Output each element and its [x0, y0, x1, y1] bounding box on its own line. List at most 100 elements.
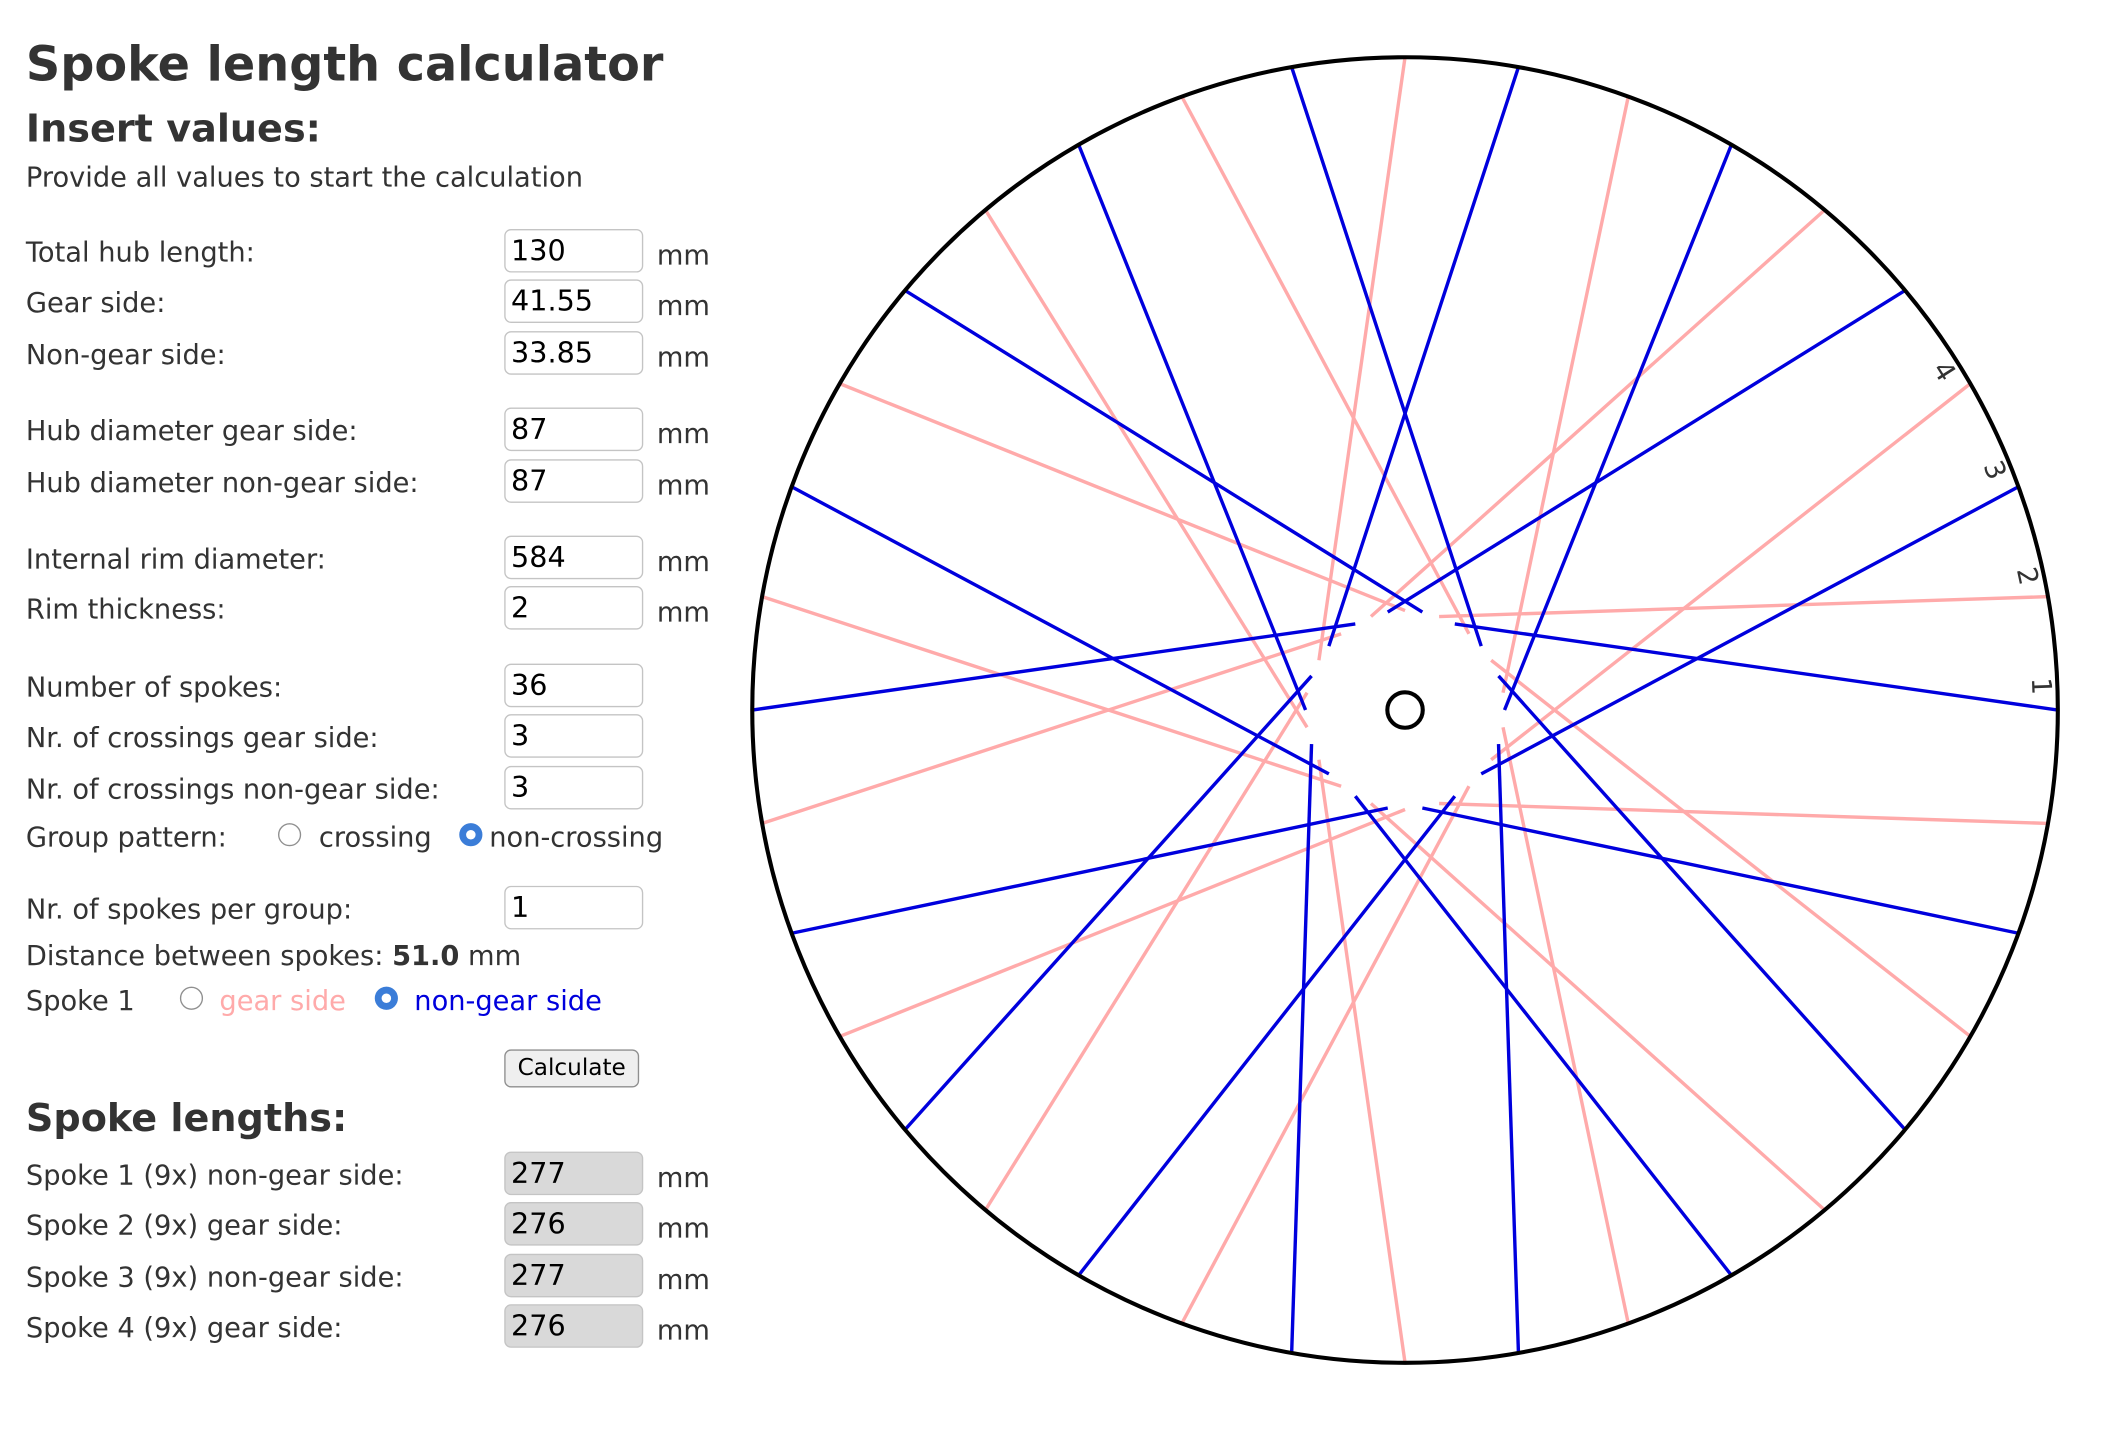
non-gear-side-spoke	[1497, 674, 1907, 1131]
gear-side-spoke	[1317, 56, 1407, 661]
spoke-number-label: 1	[2025, 677, 2057, 695]
gear-side-spoke	[1501, 726, 1630, 1324]
result-output	[504, 1253, 644, 1298]
gear-side-spoke	[1369, 802, 1826, 1212]
rim-thickness-label: Rim thickness:	[25, 592, 226, 626]
instructions-text: Provide all values to start the calculat…	[25, 160, 583, 194]
number-of-spokes-input[interactable]	[504, 663, 644, 708]
distance-value: 51.0	[392, 938, 460, 972]
total-hub-length-input[interactable]	[504, 228, 644, 273]
non-gear-side-spoke	[1353, 795, 1733, 1277]
non-gear-side-spoke	[791, 806, 1389, 935]
gear-side-spoke	[1490, 658, 1972, 1038]
gear-side-input[interactable]	[504, 279, 644, 323]
result-row-1: Spoke 1 (9x) non-gear side: mm	[25, 1151, 735, 1198]
gear-side-spoke	[1490, 382, 1972, 762]
spoke1-non-gear-side-radio[interactable]	[374, 986, 398, 1010]
crossings-non-gear-row: Nr. of crossings non-gear side:	[25, 765, 735, 812]
unit-label: mm	[656, 1313, 710, 1347]
result-row-3: Spoke 3 (9x) non-gear side: mm	[25, 1253, 735, 1300]
non-gear-side-spoke	[1386, 288, 1906, 614]
distance-text: Distance between spokes: 51.0 mm	[26, 938, 521, 973]
group-pattern-row: Group pattern: crossing non-crossing	[26, 814, 735, 860]
spoke-number-label: 4	[1926, 356, 1961, 387]
result-row-4: Spoke 4 (9x) gear side: mm	[26, 1304, 735, 1350]
spokes-per-group-input[interactable]	[504, 885, 644, 930]
gear-side-spoke	[1317, 759, 1407, 1364]
crossings-gear-label: Nr. of crossings gear side:	[25, 720, 379, 754]
gear-side-spoke	[761, 632, 1342, 826]
result-output	[504, 1151, 644, 1196]
result-label: Spoke 2 (9x) gear side:	[25, 1208, 343, 1242]
gear-side-spoke	[1369, 208, 1826, 618]
number-of-spokes-row: Number of spokes:	[26, 663, 735, 710]
hub-diameter-gear-input[interactable]	[504, 407, 644, 452]
page-title: Spoke length calculator	[25, 38, 664, 93]
unit-label: mm	[656, 288, 710, 322]
spokes-per-group-row: Nr. of spokes per group:	[25, 885, 735, 932]
spoke1-gear-side-radio[interactable]	[179, 986, 204, 1010]
crossings-non-gear-input[interactable]	[504, 765, 644, 810]
distance-label: Distance between spokes:	[25, 938, 384, 972]
spoke1-non-gear-side-option-label[interactable]: non-gear side	[414, 983, 602, 1018]
non-gear-side-spoke	[1496, 744, 1521, 1353]
spoke1-row: Spoke 1 gear side non-gear side	[26, 977, 735, 1023]
gear-side-row: Gear side: mm	[26, 279, 735, 325]
crossing-option-label[interactable]: crossing	[319, 819, 432, 854]
gear-side-spoke	[839, 807, 1406, 1038]
gear-side-spoke	[1439, 594, 2048, 619]
spoke-lengths-heading: Spoke lengths:	[25, 1095, 348, 1141]
internal-rim-diameter-label: Internal rim diameter:	[25, 542, 326, 576]
gear-side-spoke	[1501, 96, 1630, 694]
non-gear-side-spoke	[1422, 806, 2019, 935]
result-row-2: Spoke 2 (9x) gear side: mm	[25, 1201, 735, 1248]
result-label: Spoke 4 (9x) gear side:	[25, 1311, 343, 1344]
total-hub-length-label: Total hub length:	[25, 235, 255, 269]
non-gear-side-spoke	[903, 674, 1313, 1131]
group-pattern-label: Group pattern:	[25, 820, 227, 854]
non-gear-side-spoke	[1327, 66, 1521, 647]
non-crossing-radio[interactable]	[459, 823, 483, 847]
crossings-gear-row: Nr. of crossings gear side:	[26, 714, 735, 760]
result-output	[504, 1304, 644, 1348]
internal-rim-diameter-input[interactable]	[504, 535, 644, 580]
spoke-number-label: 3	[1977, 456, 2012, 484]
non-gear-side-spoke	[1454, 622, 2059, 712]
rim-thickness-input[interactable]	[504, 586, 644, 630]
distance-unit: mm	[468, 938, 522, 972]
spoke1-gear-side-option-label[interactable]: gear side	[219, 983, 345, 1018]
crossings-non-gear-label: Nr. of crossings non-gear side:	[25, 772, 440, 806]
non-gear-side-input[interactable]	[504, 331, 644, 375]
unit-label: mm	[656, 468, 710, 502]
calculate-row: Calculate	[26, 1049, 735, 1095]
result-label: Spoke 3 (9x) non-gear side:	[25, 1260, 404, 1294]
distance-row: Distance between spokes: 51.0 mm	[26, 932, 735, 978]
internal-rim-diameter-row: Internal rim diameter: mm	[25, 535, 735, 582]
non-gear-side-spoke	[752, 622, 1356, 712]
non-gear-side-spoke	[904, 288, 1424, 614]
hub-diameter-non-gear-row: Hub diameter non-gear side: mm	[26, 459, 735, 505]
unit-label: mm	[656, 340, 710, 374]
non-gear-side-spoke	[1077, 144, 1308, 711]
gear-side-spokes	[761, 56, 2048, 1364]
gear-side-spoke	[839, 382, 1406, 613]
hub-diameter-non-gear-label: Hub diameter non-gear side:	[25, 466, 419, 499]
gear-side-label: Gear side:	[25, 286, 166, 319]
crossing-radio[interactable]	[278, 823, 302, 847]
hub-diameter-non-gear-input[interactable]	[504, 459, 644, 503]
unit-label: mm	[656, 238, 710, 272]
unit-label: mm	[656, 417, 710, 450]
non-crossing-option-label[interactable]: non-crossing	[489, 819, 663, 854]
gear-side-spoke	[983, 209, 1309, 729]
calculate-button[interactable]: Calculate	[504, 1049, 640, 1088]
result-output	[504, 1201, 644, 1246]
axle-circle	[1385, 690, 1425, 730]
gear-side-spoke	[983, 691, 1309, 1211]
result-label: Spoke 1 (9x) non-gear side:	[25, 1158, 404, 1192]
hub-diameter-gear-label: Hub diameter gear side:	[25, 414, 358, 447]
spokes-per-group-label: Nr. of spokes per group:	[25, 892, 353, 926]
unit-label: mm	[656, 1263, 710, 1297]
non-gear-side-row: Non-gear side: mm	[26, 331, 735, 377]
crossings-gear-input[interactable]	[504, 714, 644, 758]
rim-thickness-row: Rim thickness: mm	[26, 586, 735, 632]
